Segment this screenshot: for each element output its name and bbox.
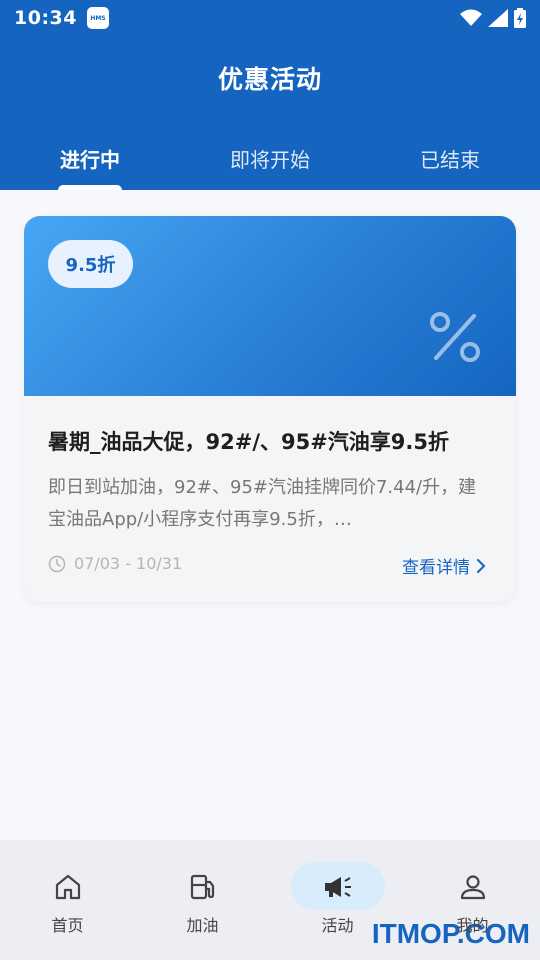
tab-ended[interactable]: 已结束 (360, 138, 540, 190)
watermark: ITMOP.COM (371, 918, 530, 949)
megaphone-icon (321, 870, 355, 904)
page-title: 优惠活动 (217, 65, 322, 94)
promotion-banner: 9.5折 (24, 216, 516, 396)
tab-bar: 进行中 即将开始 已结束 (0, 138, 540, 190)
tab-indicator (58, 185, 122, 190)
nav-refuel[interactable]: 加油 (135, 840, 270, 960)
promotion-description: 即日到站加油，92#、95#汽油挂牌同价7.44/升，建宝油品App/小程序支付… (48, 477, 477, 530)
nav-label: 我的 (456, 916, 489, 935)
battery-icon (514, 8, 526, 28)
fuel-pump-icon (186, 870, 220, 904)
promotion-title: 暑期_油品大促，92#/、95#汽油享9.5折 (48, 430, 450, 454)
status-time: 10:34 (14, 7, 77, 29)
date-range: 07/03 - 10/31 (74, 554, 183, 573)
nav-label: 活动 (321, 916, 354, 935)
nav-home[interactable]: 首页 (0, 840, 135, 960)
clock-icon (48, 555, 66, 572)
tab-label: 进行中 (60, 148, 120, 172)
cellular-signal-icon (488, 9, 508, 27)
view-details-link[interactable]: 查看详情 (402, 553, 486, 578)
wifi-icon (460, 9, 482, 26)
promotion-card[interactable]: 9.5折 暑期_油品大促，92#/、95#汽油享9.5折 即日到站加油，92#、… (24, 216, 516, 602)
tab-label: 即将开始 (230, 148, 310, 172)
status-indicators (460, 8, 526, 28)
home-icon (51, 870, 85, 904)
view-details-label: 查看详情 (402, 558, 470, 578)
tab-upcoming[interactable]: 即将开始 (180, 138, 360, 190)
header: 10:34 HMS 优惠活动 进行中 即将开始 已结束 (0, 0, 540, 190)
person-icon (456, 870, 490, 904)
promotion-date: 07/03 - 10/31 (48, 554, 182, 573)
chevron-right-icon (477, 558, 486, 573)
percent-icon (430, 312, 480, 362)
status-bar: 10:34 HMS (0, 0, 540, 36)
nav-label: 加油 (186, 916, 219, 935)
nav-label: 首页 (51, 916, 84, 935)
tab-label: 已结束 (420, 148, 480, 172)
hms-icon: HMS (86, 7, 109, 29)
tab-ongoing[interactable]: 进行中 (0, 138, 180, 190)
discount-badge: 9.5折 (48, 240, 133, 288)
